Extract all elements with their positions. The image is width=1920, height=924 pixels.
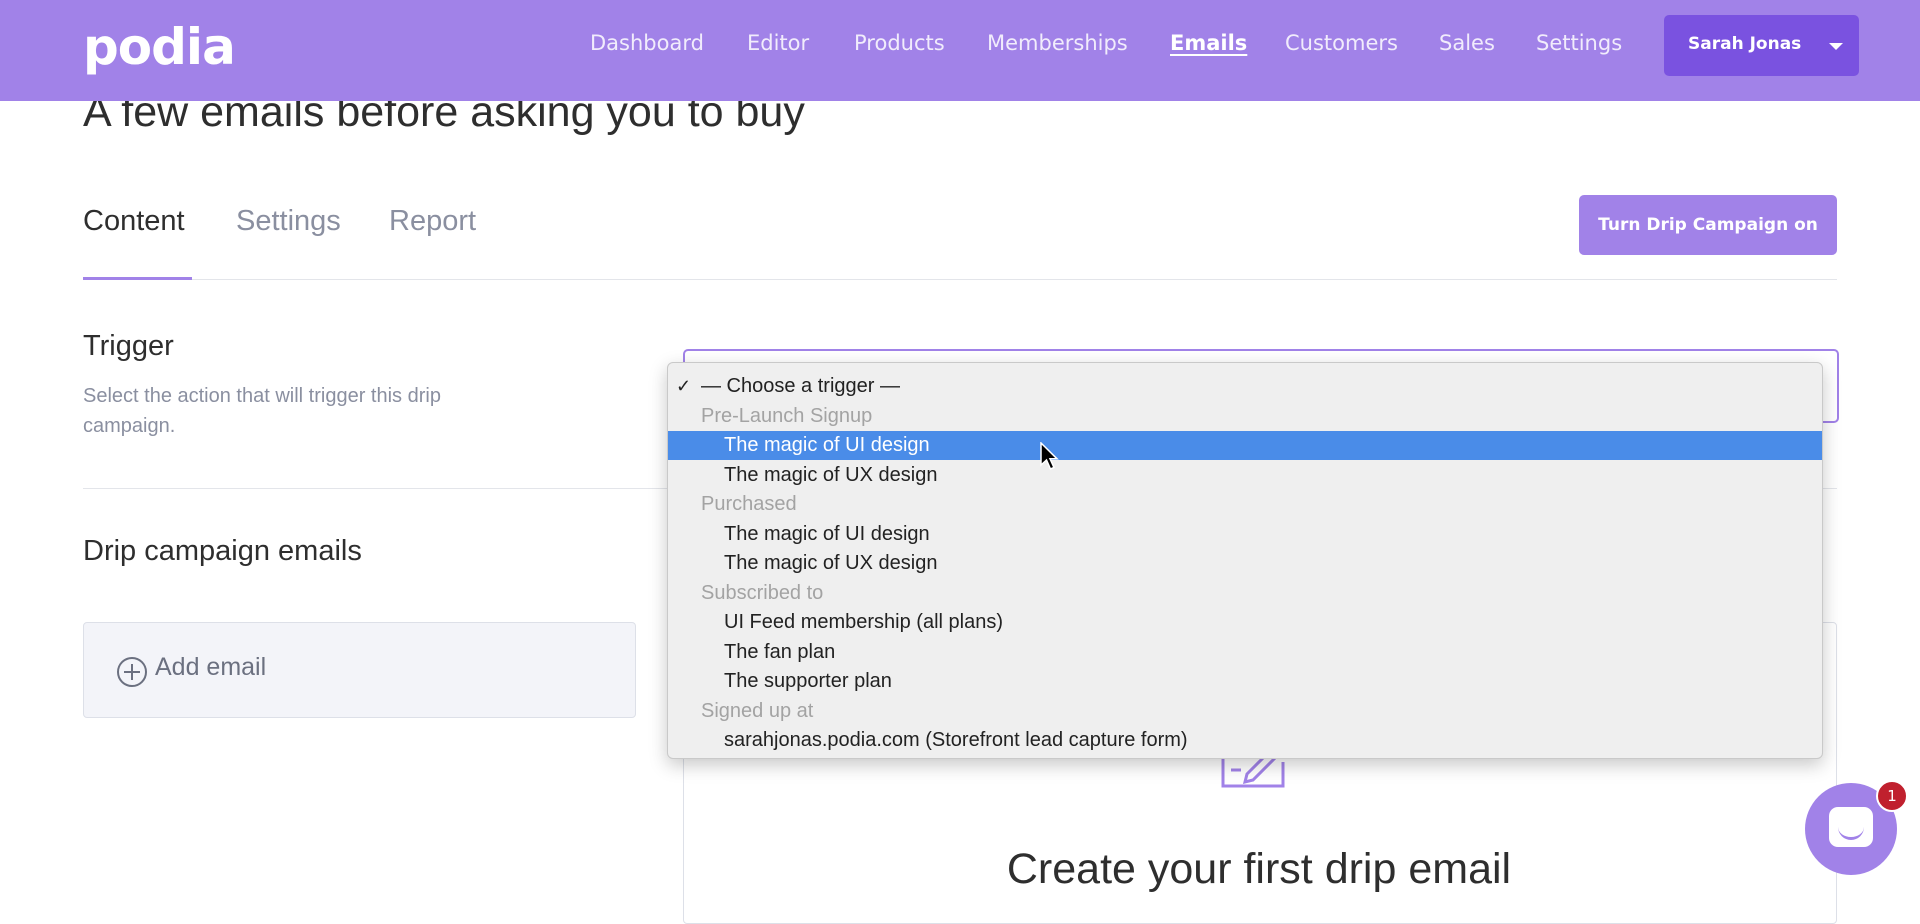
chat-notification-badge: 1 bbox=[1876, 780, 1908, 812]
dropdown-option[interactable]: The fan plan bbox=[668, 638, 1822, 667]
top-navigation-bar: podia Dashboard Editor Products Membersh… bbox=[0, 0, 1920, 101]
dropdown-option[interactable]: UI Feed membership (all plans) bbox=[668, 608, 1822, 637]
drip-emails-heading: Drip campaign emails bbox=[83, 535, 362, 567]
dropdown-option-label: The magic of UI design bbox=[724, 522, 930, 545]
nav-dashboard[interactable]: Dashboard bbox=[590, 31, 704, 61]
podia-logo[interactable]: podia bbox=[83, 18, 236, 76]
mouse-cursor-icon bbox=[1040, 442, 1059, 470]
dropdown-group-label: Pre-Launch Signup bbox=[668, 402, 1822, 431]
dropdown-group-label: Purchased bbox=[668, 490, 1822, 519]
add-email-label: Add email bbox=[155, 653, 267, 681]
dropdown-option-label: The magic of UX design bbox=[724, 463, 938, 486]
user-menu-button[interactable]: Sarah Jonas bbox=[1664, 15, 1859, 76]
tab-divider bbox=[83, 279, 1837, 280]
trigger-heading: Trigger bbox=[83, 330, 174, 362]
dropdown-option[interactable]: The magic of UI design bbox=[668, 520, 1822, 549]
dropdown-option-label: Subscribed to bbox=[701, 581, 824, 604]
trigger-dropdown-list[interactable]: ✓ — Choose a trigger — Pre-Launch Signup Th… bbox=[667, 362, 1823, 759]
plus-circle-icon bbox=[117, 657, 147, 687]
dropdown-group-label: Subscribed to bbox=[668, 579, 1822, 608]
active-tab-indicator bbox=[83, 277, 192, 280]
nav-sales[interactable]: Sales bbox=[1439, 31, 1495, 61]
turn-drip-campaign-on-button[interactable]: Turn Drip Campaign on bbox=[1579, 195, 1837, 255]
dropdown-option-label: UI Feed membership (all plans) bbox=[724, 611, 1003, 633]
dropdown-option-label: The magic of UX design bbox=[724, 552, 938, 574]
nav-editor[interactable]: Editor bbox=[747, 31, 809, 61]
dropdown-option-label: Signed up at bbox=[701, 699, 814, 722]
tab-report[interactable]: Report bbox=[389, 205, 476, 238]
dropdown-option[interactable]: The magic of UX design bbox=[668, 549, 1822, 578]
nav-emails[interactable]: Emails bbox=[1170, 31, 1247, 61]
dropdown-option-label: Purchased bbox=[701, 493, 797, 515]
empty-state-title: Create your first drip email bbox=[1006, 845, 1512, 893]
user-name: Sarah Jonas bbox=[1688, 34, 1802, 54]
caret-down-icon bbox=[1829, 43, 1843, 50]
tab-settings[interactable]: Settings bbox=[236, 205, 341, 238]
dropdown-option[interactable]: The magic of UI design bbox=[668, 431, 1822, 460]
dropdown-option-label: sarahjonas.podia.com (Storefront lead ca… bbox=[724, 729, 1188, 751]
trigger-description: Select the action that will trigger this… bbox=[83, 385, 441, 437]
nav-customers[interactable]: Customers bbox=[1285, 31, 1398, 61]
check-icon: ✓ bbox=[676, 376, 692, 396]
dropdown-option[interactable]: The magic of UX design bbox=[668, 461, 1822, 490]
dropdown-option[interactable]: The supporter plan bbox=[668, 667, 1822, 696]
nav-settings[interactable]: Settings bbox=[1536, 31, 1622, 61]
dropdown-option-label: The fan plan bbox=[724, 640, 836, 663]
nav-products[interactable]: Products bbox=[854, 31, 945, 61]
dropdown-group-label: Signed up at bbox=[668, 697, 1822, 726]
dropdown-option-label: — Choose a trigger — bbox=[701, 375, 900, 397]
dropdown-option-label: The magic of UI design bbox=[724, 434, 930, 456]
dropdown-option[interactable]: sarahjonas.podia.com (Storefront lead ca… bbox=[668, 726, 1822, 755]
add-email-button[interactable]: Add email bbox=[83, 622, 636, 718]
nav-memberships[interactable]: Memberships bbox=[987, 31, 1128, 61]
dropdown-option[interactable]: ✓ — Choose a trigger — bbox=[668, 372, 1822, 401]
dropdown-option-label: Pre-Launch Signup bbox=[701, 404, 873, 427]
chat-bubble-icon bbox=[1829, 807, 1873, 847]
tab-content[interactable]: Content bbox=[83, 205, 185, 238]
dropdown-option-label: The supporter plan bbox=[724, 670, 892, 692]
